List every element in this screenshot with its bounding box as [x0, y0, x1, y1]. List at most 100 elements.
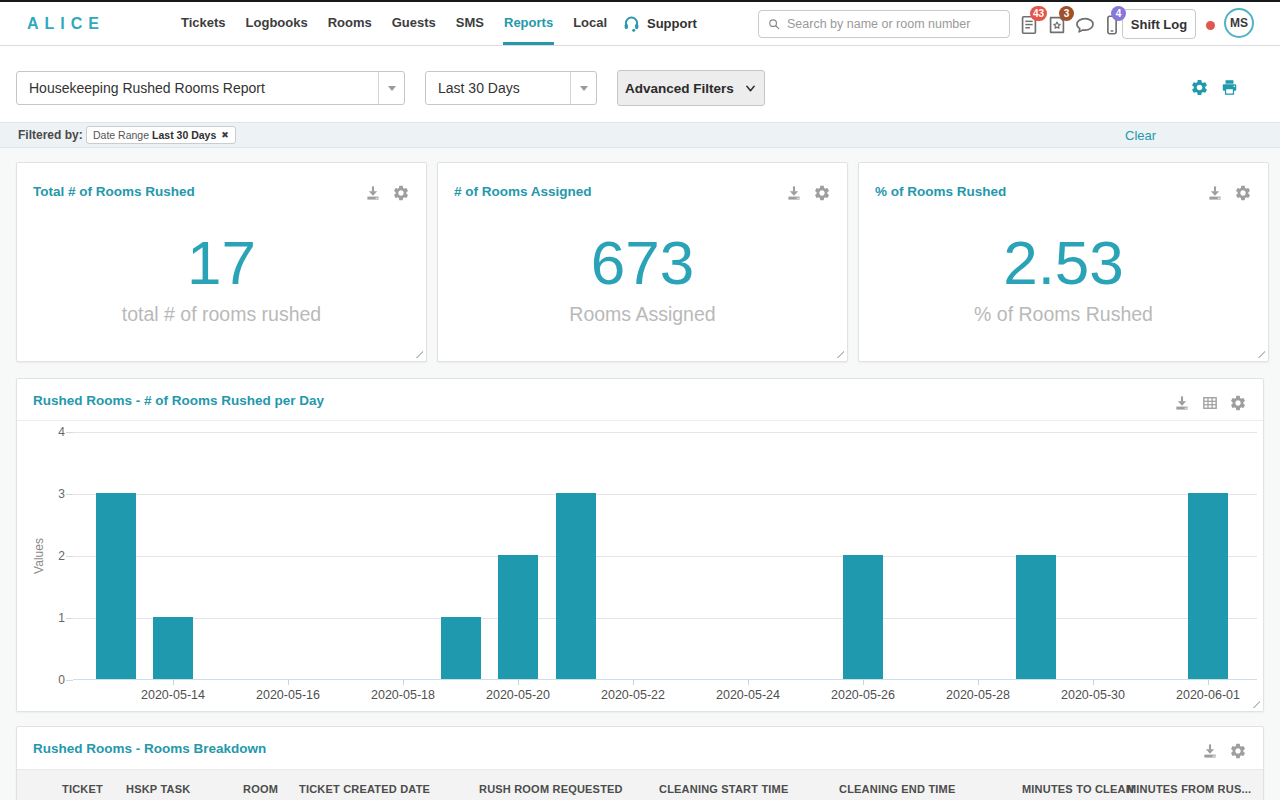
column-header[interactable]: HSKP TASK	[126, 783, 190, 795]
search-placeholder: Search by name or room number	[787, 17, 970, 31]
gear-icon[interactable]	[392, 184, 410, 202]
stat-card-total-rushed: Total # of Rooms Rushed 17 total # of ro…	[16, 162, 427, 362]
y-axis-tick	[66, 680, 73, 681]
column-header[interactable]: TICKET	[62, 783, 103, 795]
chart-bar	[1016, 555, 1056, 679]
status-dot	[1206, 21, 1215, 30]
date-select-arrow[interactable]	[570, 72, 596, 104]
breakdown-header-row: TICKET HSKP TASK ROOM TICKET CREATED DATE RU…	[17, 769, 1263, 800]
nav-item-rooms[interactable]: Rooms	[327, 2, 373, 45]
x-axis-label: 2020-05-18	[353, 688, 453, 702]
column-header[interactable]: ROOM	[243, 783, 278, 795]
gridline	[73, 618, 1257, 619]
y-axis-tick-label: 3	[39, 487, 65, 501]
chart-bar	[96, 493, 136, 679]
chip-prefix: Date Range	[93, 129, 149, 141]
stat-card-title: % of Rooms Rushed	[875, 184, 1006, 199]
chart-title: Rushed Rooms - # of Rooms Rushed per Day	[33, 393, 324, 408]
stat-value: 673	[438, 233, 847, 293]
y-axis-tick	[66, 432, 73, 433]
gear-icon[interactable]	[1229, 742, 1247, 760]
download-icon[interactable]	[1201, 742, 1219, 760]
x-axis-tick	[978, 680, 979, 685]
column-header[interactable]: RUSH ROOM REQUESTED	[479, 783, 623, 795]
x-axis-line	[73, 679, 1257, 680]
breakdown-title: Rushed Rooms - Rooms Breakdown	[33, 741, 266, 756]
x-axis-tick	[633, 680, 634, 685]
alice-logo[interactable]: ALICE	[27, 15, 105, 33]
stat-card-percent-rushed: % of Rooms Rushed 2.53 % of Rooms Rushed	[858, 162, 1269, 362]
gridline	[73, 556, 1257, 557]
avatar[interactable]: MS	[1224, 8, 1254, 38]
print-icon[interactable]	[1220, 78, 1239, 97]
remove-filter-icon[interactable]: ✖	[221, 130, 229, 140]
nav-item-logbooks[interactable]: Logbooks	[245, 2, 309, 45]
gridline	[73, 432, 1257, 433]
download-icon[interactable]	[1173, 394, 1191, 412]
advanced-filters-button[interactable]: Advanced Filters	[617, 70, 765, 106]
x-axis-tick	[1208, 680, 1209, 685]
nav-item-reports[interactable]: Reports	[503, 2, 554, 45]
report-select[interactable]: Housekeeping Rushed Rooms Report	[16, 71, 405, 105]
column-header[interactable]: CLEANING END TIME	[839, 783, 955, 795]
gear-icon[interactable]	[813, 184, 831, 202]
dashboard-content: Total # of Rooms Rushed 17 total # of ro…	[0, 148, 1280, 800]
x-axis-label: 2020-05-16	[238, 688, 338, 702]
stat-card-title: Total # of Rooms Rushed	[33, 184, 195, 199]
rushed-per-day-chart-card: Rushed Rooms - # of Rooms Rushed per Day…	[16, 378, 1264, 712]
nav-item-guests[interactable]: Guests	[391, 2, 437, 45]
gear-icon[interactable]	[1234, 184, 1252, 202]
download-icon[interactable]	[364, 184, 382, 202]
x-axis-tick	[288, 680, 289, 685]
x-axis-label: 2020-05-30	[1043, 688, 1143, 702]
download-icon[interactable]	[1206, 184, 1224, 202]
x-axis-tick	[748, 680, 749, 685]
search-input[interactable]: Search by name or room number	[758, 10, 1010, 38]
x-axis-tick	[1093, 680, 1094, 685]
chart-plot: 012342020-05-142020-05-162020-05-182020-…	[73, 432, 1257, 680]
y-axis-tick-label: 4	[39, 425, 65, 439]
x-axis-tick	[863, 680, 864, 685]
dashboard-settings-gear-icon[interactable]	[1190, 78, 1209, 97]
column-header[interactable]: MINUTES FROM RUS...	[1127, 783, 1251, 795]
stat-caption: Rooms Assigned	[438, 303, 847, 326]
x-axis-label: 2020-06-01	[1158, 688, 1258, 702]
x-axis-tick	[403, 680, 404, 685]
resize-handle[interactable]	[1255, 348, 1265, 358]
stat-value: 2.53	[859, 233, 1268, 293]
chat-icon[interactable]	[1074, 14, 1096, 36]
x-axis-label: 2020-05-24	[698, 688, 798, 702]
column-header[interactable]: MINUTES TO CLEAN	[1022, 783, 1134, 795]
nav-item-sms[interactable]: SMS	[455, 2, 485, 45]
mobile-badge: 4	[1111, 6, 1126, 21]
advanced-filters-label: Advanced Filters	[625, 81, 734, 96]
nav-item-tickets[interactable]: Tickets	[180, 2, 227, 45]
y-axis-tick-label: 0	[39, 673, 65, 687]
download-icon[interactable]	[785, 184, 803, 202]
x-axis-tick	[518, 680, 519, 685]
x-axis-label: 2020-05-14	[123, 688, 223, 702]
nav-item-support[interactable]: Support	[622, 2, 697, 45]
shift-log-button[interactable]: Shift Log	[1122, 9, 1196, 39]
clear-filters-link[interactable]: Clear	[1125, 128, 1156, 143]
gear-icon[interactable]	[1229, 394, 1247, 412]
filter-bar: Filtered by: Date Range Last 30 Days ✖ C…	[0, 122, 1280, 148]
report-select-value: Housekeeping Rushed Rooms Report	[17, 72, 378, 104]
report-select-arrow[interactable]	[378, 72, 404, 104]
date-range-filter-chip[interactable]: Date Range Last 30 Days ✖	[86, 126, 236, 144]
column-header[interactable]: TICKET CREATED DATE	[299, 783, 430, 795]
chart-bar	[1188, 493, 1228, 679]
chip-value: Last 30 Days	[152, 129, 216, 141]
headset-icon	[622, 14, 641, 33]
column-header[interactable]: CLEANING START TIME	[659, 783, 788, 795]
report-toolbar: Housekeeping Rushed Rooms Report Last 30…	[0, 46, 1280, 122]
resize-handle[interactable]	[834, 348, 844, 358]
chevron-down-icon	[744, 82, 757, 95]
nav-item-local[interactable]: Local	[572, 2, 608, 45]
date-range-select[interactable]: Last 30 Days	[425, 71, 597, 105]
resize-handle[interactable]	[413, 348, 423, 358]
y-axis-tick	[66, 494, 73, 495]
x-axis-tick	[173, 680, 174, 685]
chart-bar	[556, 493, 596, 679]
table-view-icon[interactable]	[1201, 394, 1219, 412]
